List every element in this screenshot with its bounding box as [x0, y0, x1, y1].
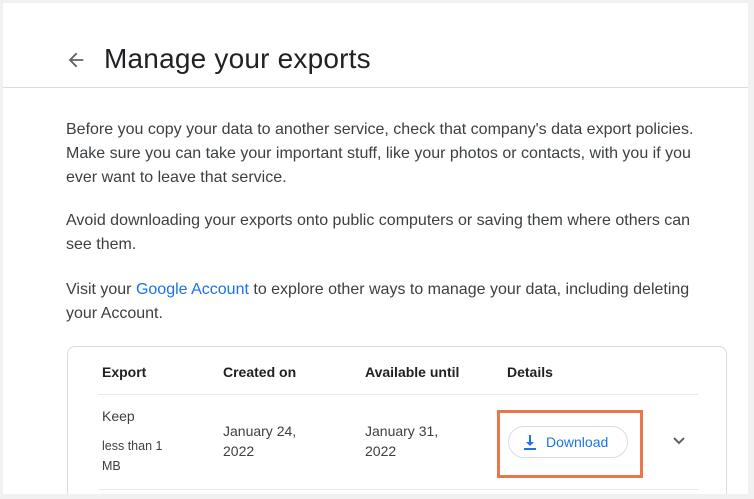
intro-paragraph-policies: Before you copy your data to another ser… — [66, 121, 694, 186]
divider — [98, 489, 698, 490]
intro-paragraph-account: Visit your Google Account to explore oth… — [66, 278, 716, 326]
export-size: less than 1 MB — [102, 439, 163, 473]
page: Manage your exports Before you copy your… — [3, 3, 748, 494]
column-header-details: Details — [507, 364, 553, 380]
google-account-link[interactable]: Google Account — [136, 281, 249, 298]
column-header-created-on: Created on — [223, 364, 297, 380]
divider — [98, 394, 698, 395]
available-until-date: January 31, 2022 — [365, 423, 439, 459]
created-date: January 24, 2022 — [223, 423, 297, 459]
exports-table: Export Created on Available until Detail… — [67, 346, 727, 494]
header: Manage your exports — [3, 3, 748, 88]
column-header-available-until: Available until — [365, 364, 460, 380]
download-label: Download — [546, 434, 609, 450]
intro-paragraph-public-computers: Avoid downloading your exports onto publ… — [66, 212, 691, 253]
page-title: Manage your exports — [104, 43, 371, 74]
column-header-export: Export — [102, 364, 147, 380]
export-name: Keep — [102, 408, 135, 424]
download-button[interactable]: Download — [508, 426, 628, 458]
text: Visit your — [66, 281, 136, 298]
chevron-down-icon[interactable] — [671, 433, 687, 449]
back-arrow-icon[interactable] — [65, 49, 87, 71]
download-icon — [524, 435, 536, 450]
